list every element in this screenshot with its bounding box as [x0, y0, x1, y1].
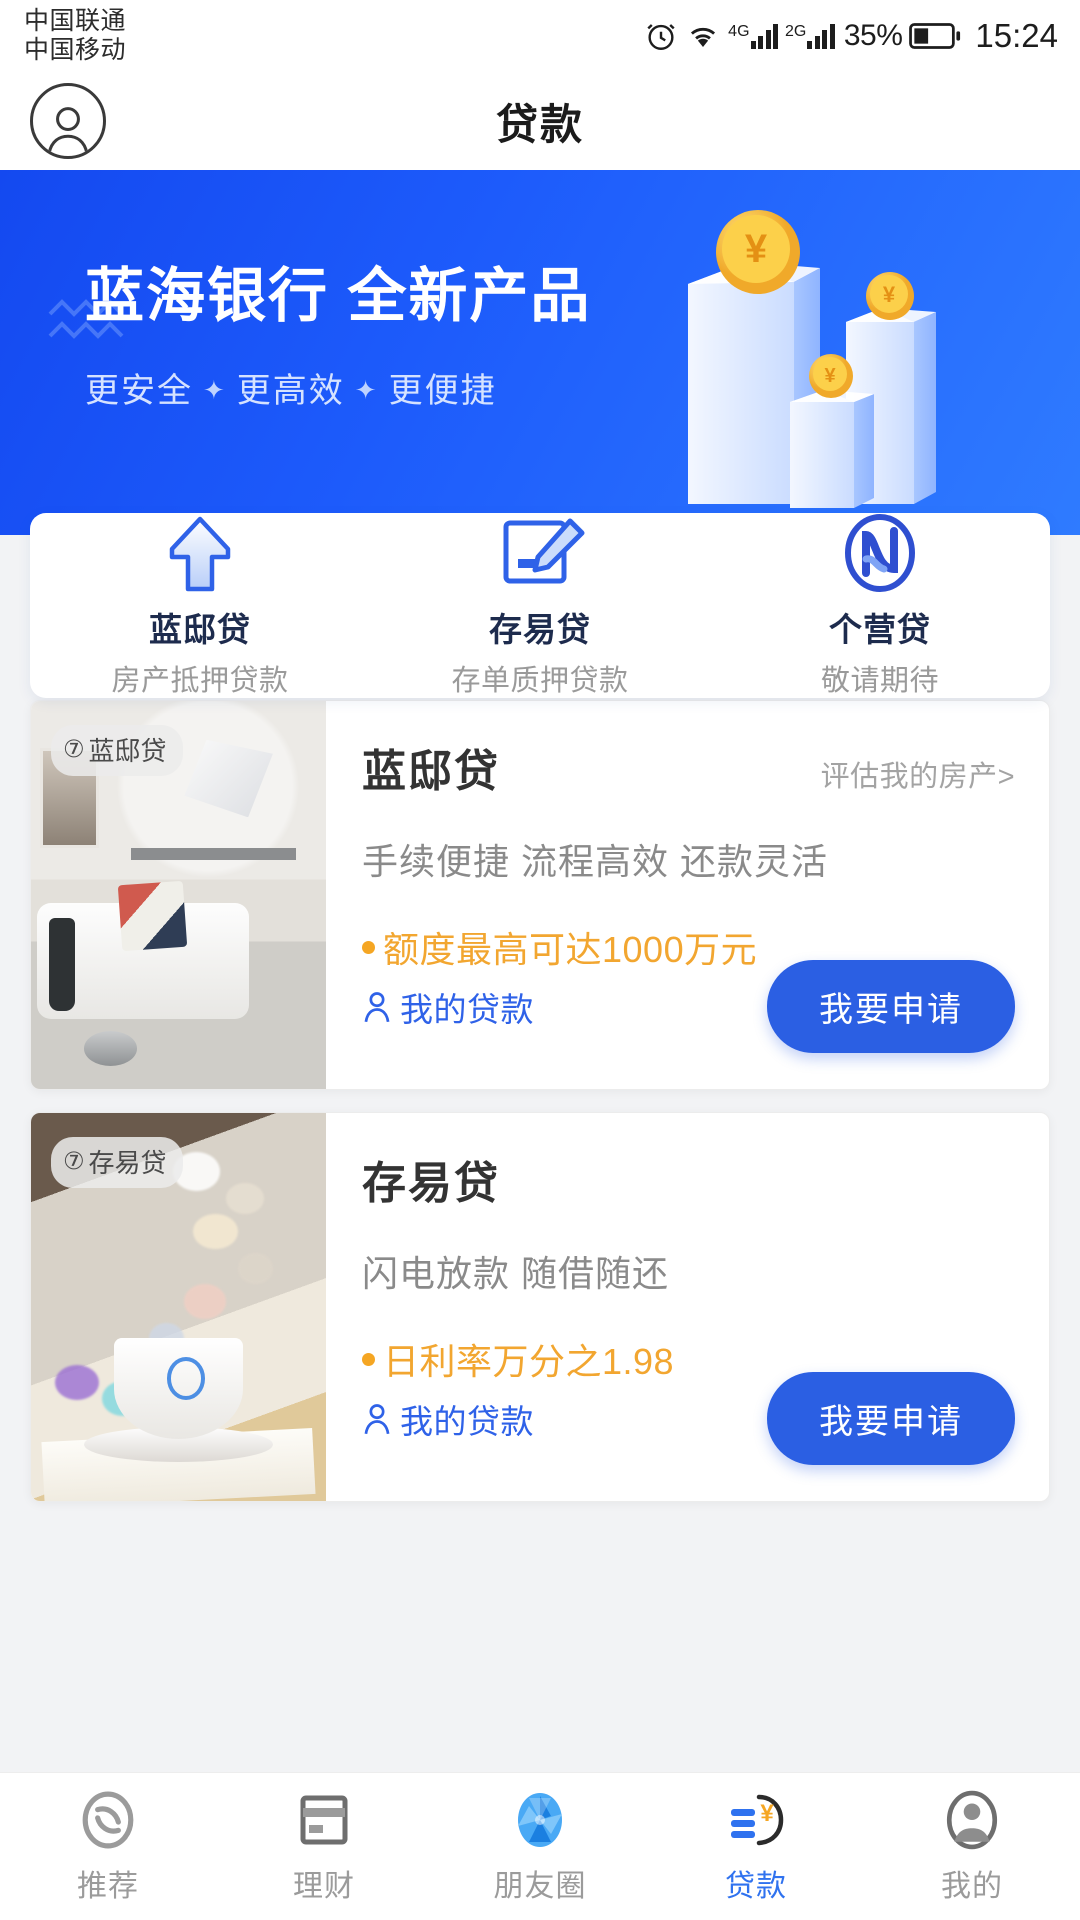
loan-yen-icon: ¥: [725, 1789, 787, 1851]
question-mark-icon: ⑦: [63, 1148, 85, 1175]
banner-sep-1: ✦: [203, 375, 227, 405]
carrier-labels: 中国联通 中国移动: [24, 7, 126, 66]
quick-entry-lan-di-dai[interactable]: 蓝邸贷 房产抵押贷款: [30, 513, 370, 699]
svg-text:¥: ¥: [760, 1800, 774, 1827]
signal-bars-2-icon: [807, 23, 835, 49]
my-loans-link[interactable]: 我的贷款: [362, 983, 534, 1031]
question-mark-icon: ⑦: [63, 736, 85, 763]
banner-sub-2: 更高效: [236, 372, 345, 410]
my-loans-link[interactable]: 我的贷款: [362, 1395, 534, 1443]
thumbnail-badge-label: 存易贷: [88, 1148, 167, 1178]
svg-text:¥: ¥: [824, 365, 836, 387]
signal-bars-1-icon: [750, 23, 779, 49]
banner-sep-2: ✦: [354, 375, 379, 405]
tab-label: 推荐: [77, 1869, 139, 1903]
quick-entry-ge-ying-dai[interactable]: 个营贷 敬请期待: [710, 513, 1050, 699]
thumbnail-badge-label: 蓝邸贷: [88, 736, 167, 766]
user-avatar-icon: [47, 107, 89, 154]
person-icon: [364, 1403, 390, 1434]
loan-card-description: 手续便捷 流程高效 还款灵活: [362, 841, 829, 882]
tab-loan[interactable]: ¥ 贷款: [648, 1789, 864, 1905]
evaluate-property-link[interactable]: 评估我的房产>: [821, 753, 1015, 795]
quick-entry-subtitle: 存单质押贷款: [451, 664, 629, 697]
brand-logo-icon: [79, 1789, 137, 1851]
loan-card-thumbnail: ⑦ 蓝邸贷: [31, 701, 326, 1089]
loan-card-description: 闪电放款 随借随还: [362, 1253, 670, 1294]
document-pen-icon: [492, 513, 588, 597]
banner-subline: 更安全 ✦ 更高效 ✦ 更便捷: [85, 363, 591, 412]
quick-entry-card: 蓝邸贷 房产抵押贷款 存易贷 存单质押贷款 个营贷 敬请期待: [30, 513, 1050, 698]
carrier-1-label: 中国联通: [24, 6, 127, 35]
loan-card-body: 存易贷 闪电放款 随借随还 日利率万分之1.98 我的贷款 我要申请: [326, 1113, 1049, 1501]
aperture-icon: [511, 1789, 569, 1851]
avatar[interactable]: [30, 83, 106, 159]
tab-label: 理财: [293, 1869, 355, 1903]
tab-recommend[interactable]: 推荐: [0, 1789, 216, 1905]
quick-entry-cun-yi-dai[interactable]: 存易贷 存单质押贷款: [370, 513, 710, 699]
tab-label: 朋友圈: [493, 1869, 587, 1903]
my-loans-label: 我的贷款: [400, 1402, 534, 1440]
status-bar: 中国联通 中国移动 4G 2G 35% 15:24: [0, 0, 1080, 72]
banner-sub-3: 更便捷: [388, 372, 497, 410]
carrier-2-label: 中国移动: [24, 36, 127, 64]
tab-moments[interactable]: 朋友圈: [432, 1789, 648, 1905]
n-circle-logo-icon: [836, 513, 924, 597]
loan-card[interactable]: ⑦ 存易贷 存易贷 闪电放款 随借随还 日利率万分之1.98 我的贷款 我要申请: [30, 1112, 1050, 1502]
apply-button[interactable]: 我要申请: [767, 1372, 1015, 1465]
loan-card-list: ⑦ 蓝邸贷 蓝邸贷 评估我的房产> 手续便捷 流程高效 还款灵活 额度最高可达1…: [0, 700, 1080, 1524]
thumbnail-badge: ⑦ 蓝邸贷: [51, 725, 183, 776]
loan-card-thumbnail: ⑦ 存易贷: [31, 1113, 326, 1501]
app-header: 贷款: [0, 72, 1080, 170]
bank-card-icon: [295, 1789, 353, 1851]
network-type-1-label: 4G: [728, 23, 750, 40]
pillars-illustration-icon: ¥ ¥ ¥: [688, 210, 936, 508]
network-type-2-label: 2G: [785, 23, 807, 40]
quick-entry-subtitle: 敬请期待: [820, 664, 939, 697]
my-loans-label: 我的贷款: [400, 990, 534, 1028]
signal-1: 4G: [728, 23, 779, 49]
house-arrow-icon: [154, 513, 246, 597]
loan-card-title: 蓝邸贷: [362, 747, 500, 796]
banner-text: 蓝海银行 全新产品 更安全 ✦ 更高效 ✦ 更便捷: [85, 248, 591, 412]
tab-label: 贷款: [725, 1869, 787, 1903]
status-icons: 4G 2G 35% 15:24: [644, 17, 1058, 55]
banner-sub-1: 更安全: [85, 372, 193, 410]
battery-icon: [909, 23, 961, 49]
tab-mine[interactable]: 我的: [864, 1789, 1080, 1905]
svg-text:¥: ¥: [883, 282, 896, 307]
apply-button[interactable]: 我要申请: [767, 960, 1015, 1053]
clock-label: 15:24: [975, 17, 1058, 54]
signal-2: 2G: [785, 23, 835, 49]
quick-entry-subtitle: 房产抵押贷款: [111, 664, 289, 697]
thumbnail-badge: ⑦ 存易贷: [51, 1137, 183, 1188]
promo-banner[interactable]: 蓝海银行 全新产品 更安全 ✦ 更高效 ✦ 更便捷 ¥ ¥ ¥: [0, 170, 1080, 535]
tab-label: 我的: [941, 1869, 1003, 1903]
quick-entry-title: 个营贷: [829, 610, 931, 648]
bottom-tab-bar: 推荐 理财 朋友圈 ¥ 贷款 我的: [0, 1772, 1080, 1920]
page-title: 贷款: [495, 100, 584, 148]
person-icon: [364, 991, 390, 1022]
tab-finance[interactable]: 理财: [216, 1789, 432, 1905]
wifi-icon: [691, 27, 716, 47]
banner-headline: 蓝海银行 全新产品: [85, 263, 592, 329]
battery-percent-label: 35%: [843, 19, 903, 52]
bullet-dot-icon: [362, 940, 375, 954]
person-circle-icon: [943, 1789, 1001, 1851]
loan-card-title: 存易贷: [362, 1159, 500, 1208]
bullet-dot-icon: [362, 1352, 375, 1366]
loan-card-body: 蓝邸贷 评估我的房产> 手续便捷 流程高效 还款灵活 额度最高可达1000万元 …: [326, 701, 1049, 1089]
loan-card[interactable]: ⑦ 蓝邸贷 蓝邸贷 评估我的房产> 手续便捷 流程高效 还款灵活 额度最高可达1…: [30, 700, 1050, 1090]
alarm-icon: [647, 24, 675, 50]
svg-text:¥: ¥: [745, 227, 768, 271]
quick-entry-title: 存易贷: [489, 610, 591, 648]
quick-entry-title: 蓝邸贷: [149, 610, 251, 648]
